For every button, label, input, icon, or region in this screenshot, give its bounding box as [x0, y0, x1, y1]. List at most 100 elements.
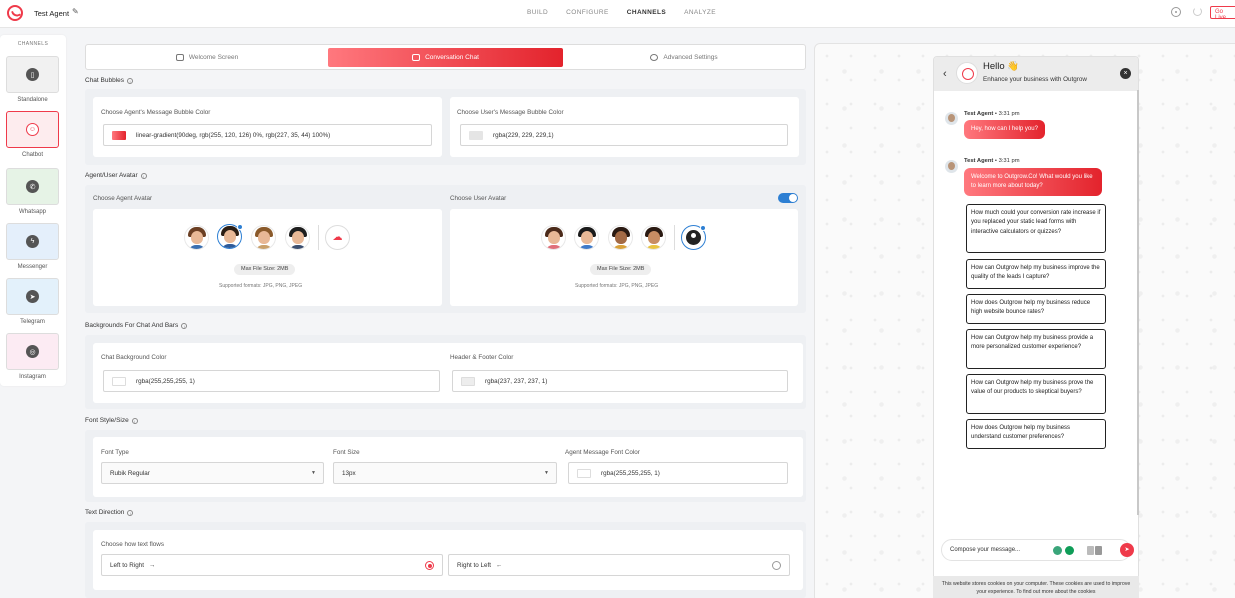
- check-icon: [700, 225, 706, 231]
- user-avatar-option[interactable]: [541, 225, 566, 250]
- close-icon[interactable]: ×: [1120, 68, 1131, 79]
- channel-instagram[interactable]: ◎ Instagram: [6, 333, 59, 380]
- channel-telegram[interactable]: ➤ Telegram: [6, 278, 59, 325]
- user-bubble-color-value: rgba(229, 229, 229,1): [493, 131, 554, 139]
- font-size-value: 13px: [342, 469, 356, 477]
- rtl-label: Right to Left: [457, 561, 491, 569]
- direction-card: Choose how text flows Left to Right → Rig…: [93, 530, 803, 590]
- ltr-option[interactable]: Left to Right →: [101, 554, 443, 576]
- font-size-label: Font Size: [333, 449, 360, 456]
- agent-bubble-card: Choose Agent's Message Bubble Color line…: [93, 97, 442, 157]
- tab-welcome-screen[interactable]: Welcome Screen: [89, 48, 325, 67]
- message-time: 3:31 pm: [998, 158, 1020, 164]
- header-footer-value: rgba(237, 237, 237, 1): [485, 377, 548, 385]
- eye-icon[interactable]: [1171, 7, 1181, 17]
- channel-standalone[interactable]: ▯ Standalone: [6, 56, 59, 103]
- chat-scrollbar[interactable]: [1137, 90, 1139, 515]
- grammarly-icon[interactable]: [1053, 546, 1062, 555]
- quick-reply-option[interactable]: How much could your conversion rate incr…: [966, 204, 1106, 253]
- direction-panel: Choose how text flows Left to Right → Rig…: [85, 522, 806, 598]
- agent-avatar: [945, 160, 958, 173]
- color-swatch[interactable]: [469, 130, 483, 140]
- send-icon[interactable]: ➤: [1120, 543, 1134, 557]
- info-icon[interactable]: i: [127, 509, 134, 516]
- chat-background-label: Chat Background Color: [101, 354, 167, 361]
- info-icon[interactable]: i: [181, 322, 188, 329]
- pencil-icon[interactable]: ✎: [72, 7, 79, 16]
- info-icon[interactable]: i: [140, 172, 147, 179]
- channel-label: Telegram: [20, 319, 45, 325]
- go-live-button[interactable]: Go Live: [1210, 6, 1235, 21]
- g-icon[interactable]: [1065, 546, 1074, 555]
- refresh-icon[interactable]: [1193, 7, 1202, 16]
- outgrow-logo-icon[interactable]: [7, 5, 23, 21]
- cookie-banner: This website stores cookies on your comp…: [933, 576, 1139, 598]
- message-meta: Test Agent • 3:31 pm: [964, 158, 1020, 164]
- nav-channels[interactable]: CHANNELS: [627, 9, 666, 16]
- quick-reply-option[interactable]: How can Outgrow help my business prove t…: [966, 374, 1106, 414]
- channel-label: Chatbot: [21, 152, 43, 158]
- rtl-radio[interactable]: [772, 561, 781, 570]
- user-avatar-option[interactable]: [574, 225, 599, 250]
- back-arrow-icon[interactable]: ‹: [943, 68, 947, 80]
- nav-build[interactable]: BUILD: [527, 9, 548, 16]
- header-footer-field[interactable]: rgba(237, 237, 237, 1): [452, 370, 788, 392]
- user-avatar-card: [450, 209, 798, 306]
- arrow-right-icon: →: [148, 561, 156, 569]
- info-icon[interactable]: i: [127, 77, 134, 84]
- channel-label: Instagram: [19, 374, 46, 380]
- font-type-select[interactable]: Rubik Regular ▼: [101, 462, 324, 484]
- agent-avatar-option[interactable]: [285, 225, 310, 250]
- hand-icon: [175, 54, 184, 61]
- channel-whatsapp[interactable]: ✆ Whatsapp: [6, 168, 59, 215]
- channel-messenger[interactable]: ϟ Messenger: [6, 223, 59, 270]
- quick-reply-option[interactable]: How can Outgrow help my business provide…: [966, 329, 1106, 369]
- user-avatar-option[interactable]: [641, 225, 666, 250]
- telegram-icon: ➤: [26, 290, 39, 303]
- section-title: Backgrounds For Chat And Bars: [85, 322, 179, 329]
- channels-title: CHANNELS: [17, 41, 49, 47]
- font-color-field[interactable]: rgba(255,255,255, 1): [568, 462, 788, 484]
- nav-configure[interactable]: CONFIGURE: [566, 9, 609, 16]
- chat-bubbles-title: Chat Bubbles i: [85, 77, 134, 84]
- nav-analyze[interactable]: ANALYZE: [684, 9, 716, 16]
- font-panel: Font Type Font Size Agent Message Font C…: [85, 430, 806, 502]
- user-avatar-toggle[interactable]: [778, 193, 798, 203]
- chat-background-field[interactable]: rgba(255,255,255, 1): [103, 370, 440, 392]
- main-nav: BUILD CONFIGURE CHANNELS ANALYZE: [527, 9, 734, 16]
- color-swatch[interactable]: [112, 376, 126, 386]
- compose-input[interactable]: Compose your message...: [950, 547, 1020, 553]
- font-size-select[interactable]: 13px ▼: [333, 462, 557, 484]
- channel-chatbot[interactable]: ☺ Chatbot: [6, 111, 59, 158]
- ltr-radio[interactable]: [425, 561, 434, 570]
- agent-avatar-option[interactable]: [184, 225, 209, 250]
- quick-reply-option[interactable]: How can Outgrow help my business improve…: [966, 259, 1106, 289]
- user-bubble-color-field[interactable]: rgba(229, 229, 229,1): [460, 124, 788, 146]
- upload-cloud-icon[interactable]: ☁: [325, 225, 350, 250]
- section-title: Chat Bubbles: [85, 77, 125, 84]
- user-avatar-option[interactable]: [608, 225, 633, 250]
- color-swatch[interactable]: [461, 376, 475, 386]
- color-swatch[interactable]: [577, 468, 591, 478]
- user-avatar-label: Choose User Avatar: [450, 195, 507, 202]
- tab-label: Conversation Chat: [425, 54, 479, 61]
- compose-bar: Compose your message... ➤: [941, 539, 1134, 561]
- message-meta: Test Agent • 3:31 pm: [964, 111, 1020, 117]
- info-icon[interactable]: i: [131, 417, 138, 424]
- section-title: Text Direction: [85, 509, 125, 516]
- agent-name-label: Test Agent: [964, 158, 994, 164]
- top-bar: Test Agent ✎ BUILD CONFIGURE CHANNELS AN…: [0, 0, 1235, 28]
- translate-icon[interactable]: [1087, 546, 1094, 555]
- quick-reply-option[interactable]: How does Outgrow help my business reduce…: [966, 294, 1106, 324]
- chat-bubbles-panel: Choose Agent's Message Bubble Color line…: [85, 89, 806, 165]
- agent-bubble-color-field[interactable]: linear-gradient(90deg, rgb(255, 120, 126…: [103, 124, 432, 146]
- color-swatch[interactable]: [112, 130, 126, 140]
- backgrounds-title: Backgrounds For Chat And Bars i: [85, 322, 188, 329]
- rtl-option[interactable]: Right to Left ←: [448, 554, 790, 576]
- text-icon[interactable]: [1095, 546, 1102, 555]
- tab-advanced-settings[interactable]: Advanced Settings: [566, 48, 802, 67]
- agent-avatar-option[interactable]: [251, 225, 276, 250]
- agent-avatar-card: [93, 209, 442, 306]
- quick-reply-option[interactable]: How does Outgrow help my business unders…: [966, 419, 1106, 449]
- tab-conversation-chat[interactable]: Conversation Chat: [328, 48, 563, 67]
